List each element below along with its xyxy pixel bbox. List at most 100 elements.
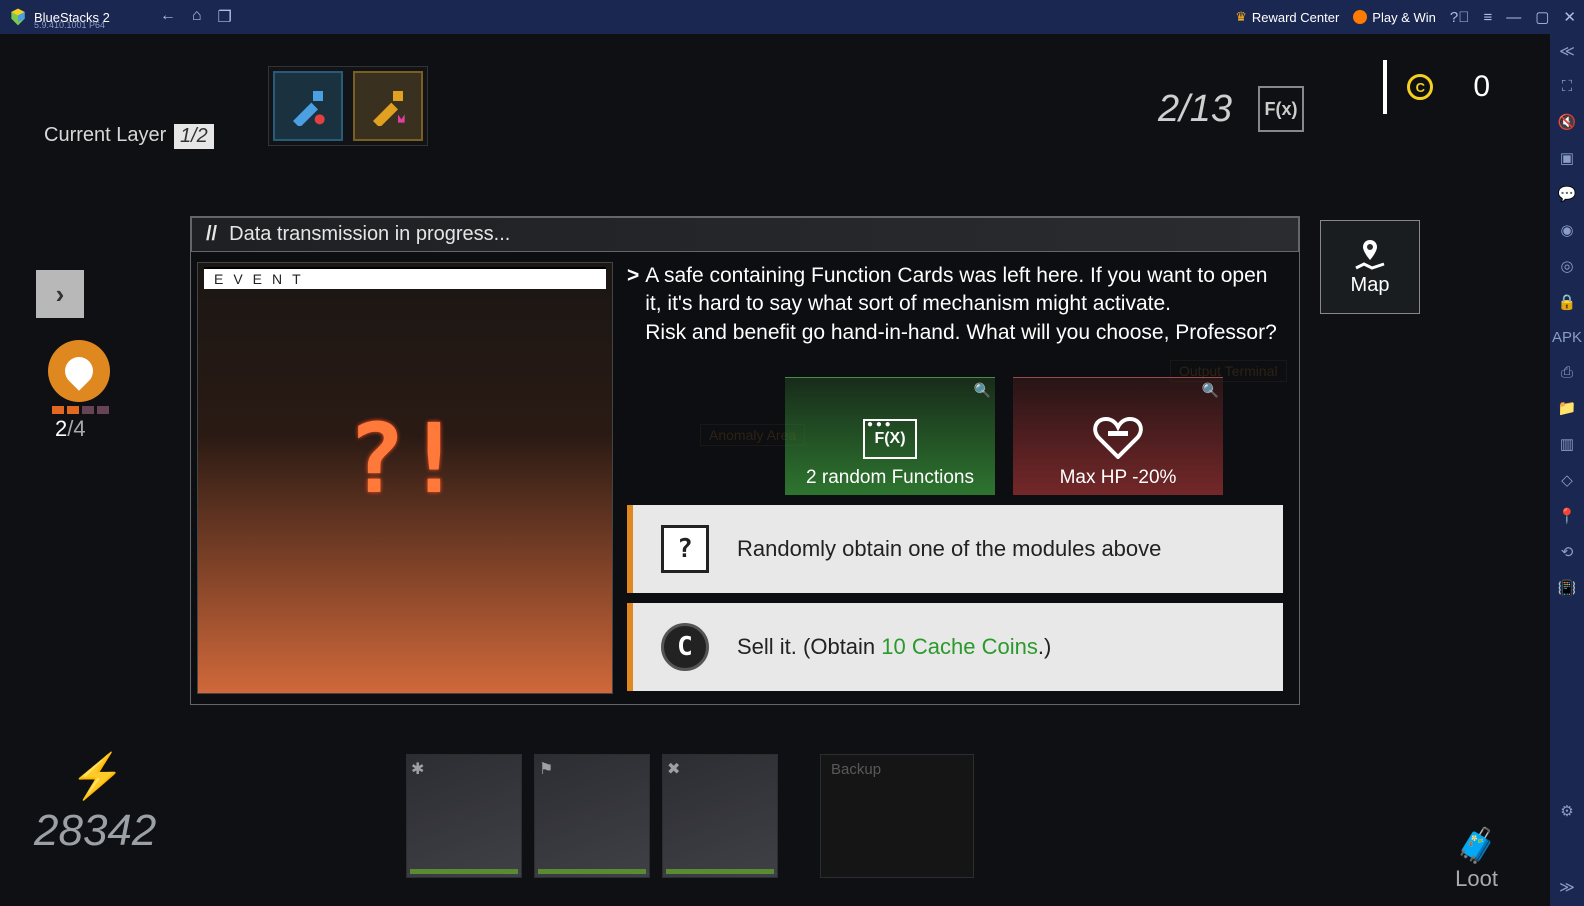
- bluestacks-topbar: BlueStacks 2 5.9.410.1001 P64 ← ⌂ ❐ ♛ Re…: [0, 0, 1584, 34]
- play-win-button[interactable]: Play & Win: [1353, 10, 1436, 25]
- multi-icon[interactable]: ◇: [1561, 471, 1573, 489]
- function-card-icon: ● ● ● F(X): [863, 419, 917, 459]
- bluestacks-right: ♛ Reward Center Play & Win ?⃝ ≡ — ▢ ✕: [1235, 8, 1576, 26]
- event-glyph: ?!: [347, 403, 463, 515]
- outcome-good[interactable]: 🔍 ● ● ● F(X) 2 random Functions: [785, 377, 995, 495]
- map-label: Map: [1351, 274, 1390, 297]
- star-icon: ✱: [411, 759, 424, 779]
- coin-icon: C: [1407, 74, 1433, 100]
- macro-icon[interactable]: ▥: [1560, 435, 1574, 453]
- outcome-good-label: 2 random Functions: [806, 467, 974, 489]
- fx-badge[interactable]: F(x): [1258, 86, 1304, 132]
- flag-icon: ⚑: [539, 759, 553, 779]
- keymap-icon[interactable]: ▣: [1560, 149, 1574, 167]
- event-tag: EVENT: [204, 267, 606, 289]
- coin-icon: C: [661, 623, 709, 671]
- loot-button[interactable]: 🧳 Loot: [1455, 826, 1498, 892]
- choices: ? Randomly obtain one of the modules abo…: [627, 505, 1283, 691]
- bluestacks-sidebar: ≪ ⛶ 🔇 ▣ 💬 ◉ ◎ 🔒 APK ⎙ 📁 ▥ ◇ 📍 ⟲ 📳 ⚙ ≫: [1550, 34, 1584, 906]
- rotate-icon[interactable]: ⟲: [1561, 543, 1574, 561]
- game-viewport: Current Layer 1/2 2/13 F(x) C 0 Anomaly …: [0, 34, 1550, 906]
- bluestacks-version: 5.9.410.1001 P64: [34, 20, 105, 30]
- question-icon: ?: [661, 525, 709, 573]
- resource-count: 2/4: [55, 416, 86, 442]
- current-layer-label: Current Layer: [44, 124, 166, 147]
- dialog-body: EVENT ?! > A safe containing Function Ca…: [191, 252, 1299, 704]
- folder-icon[interactable]: 📁: [1558, 399, 1577, 417]
- slashes-icon: //: [206, 223, 217, 246]
- expand-panel-button[interactable]: ›: [36, 270, 84, 318]
- reward-center-button[interactable]: ♛ Reward Center: [1235, 9, 1339, 25]
- coin-hud: C 0: [1383, 60, 1490, 114]
- loot-label: Loot: [1455, 866, 1498, 892]
- choice-random-label: Randomly obtain one of the modules above: [737, 536, 1161, 562]
- shake-icon[interactable]: 📳: [1558, 579, 1577, 597]
- briefcase-icon: 🧳: [1455, 826, 1498, 866]
- expand-sidebar-button[interactable]: ≫: [1559, 878, 1575, 896]
- current-layer-value: 1/2: [174, 124, 214, 149]
- ban-icon: ✖: [667, 759, 680, 779]
- dialog-header: // Data transmission in progress...: [191, 217, 1299, 252]
- outcomes: 🔍 ● ● ● F(X) 2 random Functions 🔍: [785, 377, 1283, 495]
- sync-icon[interactable]: ◎: [1560, 257, 1573, 275]
- hud-top: Current Layer 1/2 2/13 F(x) C 0: [0, 52, 1550, 162]
- home-button[interactable]: ⌂: [192, 7, 202, 27]
- coin-value: 0: [1473, 70, 1490, 104]
- help-button[interactable]: ?⃝: [1450, 9, 1470, 26]
- power-icon: ⚡: [70, 750, 125, 802]
- power-value: 28342: [34, 806, 156, 856]
- caret-icon: >: [627, 262, 639, 347]
- zoom-icon[interactable]: 🔍: [1202, 382, 1219, 399]
- event-image: EVENT ?!: [197, 262, 613, 694]
- screenshot-icon[interactable]: ⎙: [1561, 364, 1573, 381]
- crown-icon: ♛: [1235, 9, 1247, 25]
- resource-badge[interactable]: [48, 340, 110, 402]
- settings-icon[interactable]: ⚙: [1560, 802, 1573, 820]
- outcome-bad[interactable]: 🔍 Max HP -20%: [1013, 377, 1223, 495]
- unit-slot-1[interactable]: ✱: [406, 754, 522, 878]
- apk-icon[interactable]: APK: [1552, 329, 1582, 346]
- minimize-button[interactable]: —: [1506, 9, 1521, 26]
- backup-slot[interactable]: Backup: [820, 754, 974, 878]
- backup-label: Backup: [831, 761, 881, 778]
- back-button[interactable]: ←: [160, 7, 176, 27]
- unit-slot-2[interactable]: ⚑: [534, 754, 650, 878]
- event-narrative: > A safe containing Function Cards was l…: [627, 262, 1283, 347]
- heart-minus-icon: [1092, 417, 1144, 459]
- chip-counter: 2/13: [1158, 88, 1232, 131]
- menu-button[interactable]: ≡: [1483, 9, 1492, 26]
- bottom-hud: ⚡ 28342 ✱ ⚑ ✖ Backup 🧳 Loot: [0, 756, 1550, 906]
- lock-icon[interactable]: 🔒: [1558, 293, 1577, 311]
- maximize-button[interactable]: ▢: [1535, 8, 1549, 26]
- unit-slot-3[interactable]: ✖: [662, 754, 778, 878]
- map-pin-icon: [1352, 238, 1388, 270]
- dialog-header-text: Data transmission in progress...: [229, 223, 510, 246]
- choice-sell-label: Sell it. (Obtain 10 Cache Coins.): [737, 634, 1051, 660]
- resource-pips: [52, 406, 109, 414]
- bluestacks-nav: ← ⌂ ❐: [160, 7, 232, 27]
- map-button[interactable]: Map: [1320, 220, 1420, 314]
- location-icon[interactable]: 📍: [1558, 507, 1577, 525]
- recents-button[interactable]: ❐: [218, 7, 232, 27]
- choice-random[interactable]: ? Randomly obtain one of the modules abo…: [627, 505, 1283, 593]
- reward-center-label: Reward Center: [1252, 10, 1339, 25]
- dialog-right: > A safe containing Function Cards was l…: [627, 262, 1299, 694]
- party: ✱ ⚑ ✖: [406, 754, 778, 878]
- outcome-bad-label: Max HP -20%: [1060, 467, 1177, 489]
- tool-icons: [268, 66, 428, 146]
- play-win-label: Play & Win: [1372, 10, 1436, 25]
- volume-icon[interactable]: 🔇: [1558, 113, 1577, 131]
- event-dialog: // Data transmission in progress... EVEN…: [190, 216, 1300, 705]
- tool-icon-2[interactable]: [353, 71, 423, 141]
- fullscreen-icon[interactable]: ⛶: [1562, 78, 1573, 95]
- bluestacks-logo-icon: [8, 7, 28, 27]
- choice-sell[interactable]: C Sell it. (Obtain 10 Cache Coins.): [627, 603, 1283, 691]
- record-icon[interactable]: ◉: [1560, 221, 1573, 239]
- close-button[interactable]: ✕: [1563, 8, 1576, 26]
- collapse-icon[interactable]: ≪: [1559, 42, 1575, 60]
- chat-icon[interactable]: 💬: [1558, 185, 1577, 203]
- play-icon: [1353, 10, 1367, 24]
- tool-icon-1[interactable]: [273, 71, 343, 141]
- drop-icon: [59, 351, 99, 391]
- zoom-icon[interactable]: 🔍: [974, 382, 991, 399]
